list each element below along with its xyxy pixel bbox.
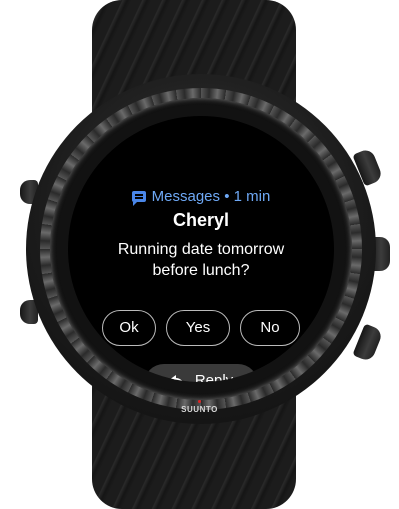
- message-bubble-icon: [131, 191, 146, 206]
- message-line-1: Running date tomorrow: [117, 241, 285, 258]
- reply-label: Reply: [194, 372, 234, 382]
- notification-header: Messages • 1 min: [68, 188, 334, 206]
- app-name: Messages: [151, 188, 221, 205]
- message-line-2: before lunch?: [152, 262, 250, 279]
- quick-reply-yes-button[interactable]: Yes: [166, 310, 230, 346]
- reply-arrow-icon: [168, 374, 185, 382]
- sender-name: Cheryl: [172, 210, 230, 230]
- brand-logo: SUUNTO: [181, 405, 218, 414]
- quick-replies: Ok Yes No: [68, 310, 334, 346]
- header-separator: •: [224, 188, 230, 205]
- notification-time: 1 min: [233, 188, 271, 205]
- bottom-pusher-button[interactable]: [352, 323, 384, 363]
- watch-screen: Messages • 1 min Cheryl Running date tom…: [68, 116, 334, 382]
- quick-reply-no-button[interactable]: No: [240, 310, 300, 346]
- watch-scene: Messages • 1 min Cheryl Running date tom…: [0, 0, 399, 509]
- reply-button[interactable]: Reply: [144, 364, 258, 382]
- message-body: Running date tomorrow before lunch?: [76, 239, 326, 281]
- quick-reply-ok-button[interactable]: Ok: [102, 310, 156, 346]
- brand-dot: [198, 400, 201, 403]
